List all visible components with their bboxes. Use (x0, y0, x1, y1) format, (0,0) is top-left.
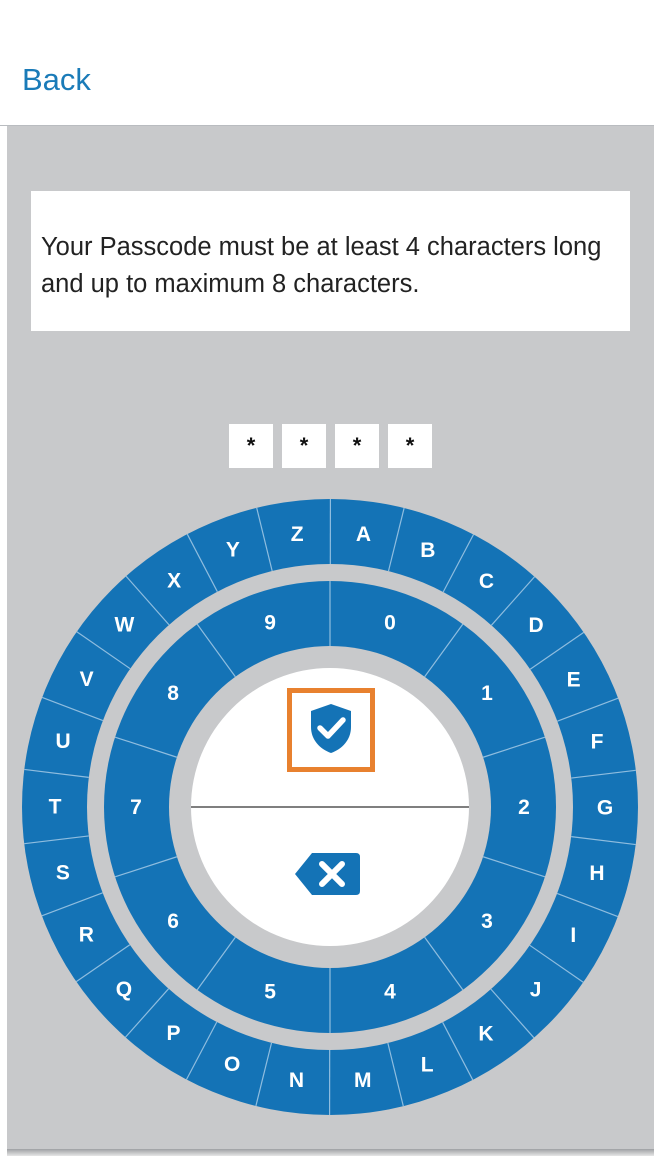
letter-key-a[interactable]: A (356, 523, 371, 546)
digit-key-4[interactable]: 4 (384, 981, 396, 1004)
letter-key-f[interactable]: F (591, 731, 604, 754)
letter-key-m[interactable]: M (354, 1069, 372, 1092)
letter-key-k[interactable]: K (478, 1023, 493, 1046)
digit-key-1[interactable]: 1 (481, 682, 493, 705)
shield-check-icon (306, 701, 356, 760)
digit-key-3[interactable]: 3 (481, 910, 493, 933)
letter-key-n[interactable]: N (289, 1069, 304, 1092)
letter-key-g[interactable]: G (597, 796, 613, 819)
letter-key-u[interactable]: U (55, 730, 70, 753)
digit-key-5[interactable]: 5 (264, 981, 276, 1004)
letter-key-w[interactable]: W (114, 613, 134, 636)
confirm-button[interactable] (287, 688, 375, 772)
digit-key-8[interactable]: 8 (167, 682, 179, 705)
digit-key-0[interactable]: 0 (384, 611, 396, 634)
letter-key-i[interactable]: I (570, 924, 576, 947)
letter-key-b[interactable]: B (420, 539, 435, 562)
letter-key-t[interactable]: T (49, 796, 62, 819)
letter-key-z[interactable]: Z (291, 523, 304, 546)
digit-key-7[interactable]: 7 (130, 796, 142, 819)
digit-key-6[interactable]: 6 (167, 910, 179, 933)
letter-key-v[interactable]: V (80, 668, 94, 691)
letter-key-o[interactable]: O (224, 1053, 240, 1076)
letter-key-x[interactable]: X (167, 569, 181, 592)
letter-key-p[interactable]: P (166, 1022, 180, 1045)
letter-key-l[interactable]: L (421, 1053, 434, 1076)
digit-key-9[interactable]: 9 (264, 611, 276, 634)
digit-key-2[interactable]: 2 (518, 796, 530, 819)
letter-key-r[interactable]: R (79, 923, 94, 946)
delete-button[interactable] (289, 846, 365, 906)
letter-key-q[interactable]: Q (116, 978, 132, 1001)
backspace-x-icon (292, 849, 362, 904)
passcode-dial: A B C D E F G H I J K L M N O P Q R S T U V W X Y Z 0 1 2 3 4 5 6 7 8 9 (22, 498, 638, 1116)
letter-key-j[interactable]: J (530, 979, 542, 1002)
letter-key-h[interactable]: H (589, 862, 604, 885)
letter-key-e[interactable]: E (567, 669, 581, 692)
letter-key-c[interactable]: C (479, 570, 494, 593)
letter-key-s[interactable]: S (56, 861, 70, 884)
letter-key-y[interactable]: Y (226, 539, 240, 562)
letter-key-d[interactable]: D (528, 614, 543, 637)
